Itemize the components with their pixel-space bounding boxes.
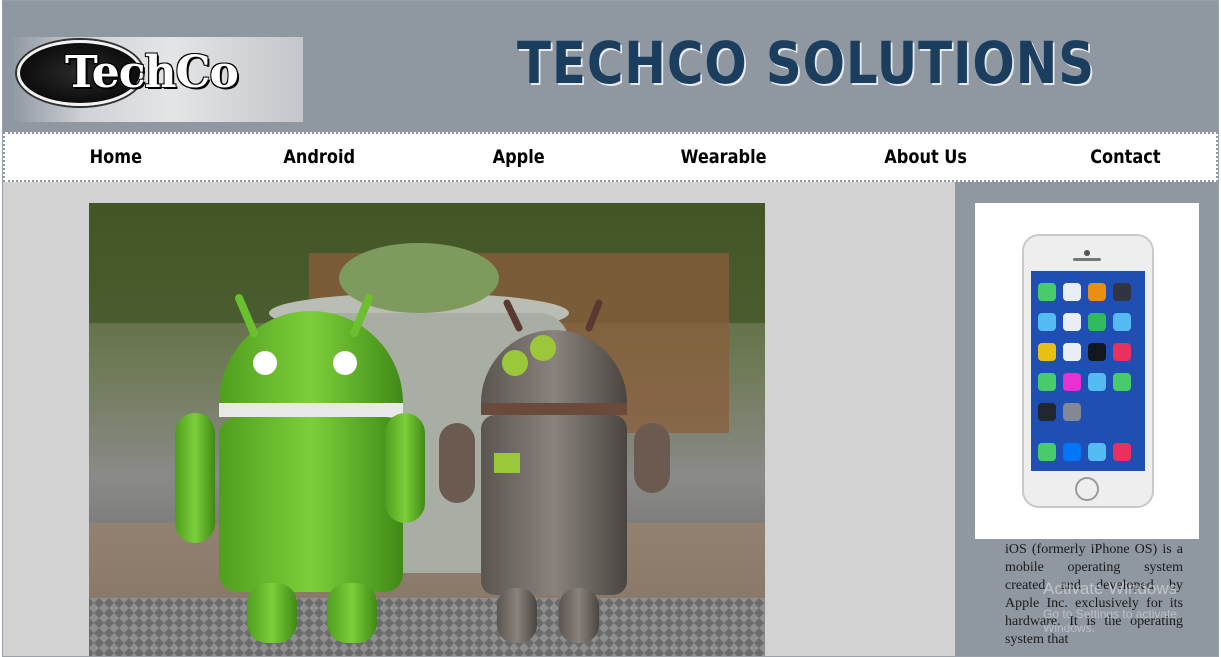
android-hero-image [89,203,765,656]
site-header: TechCo TECHCO SOLUTIONS [3,1,1218,132]
logo-text: TechCo [65,47,239,98]
ios-description: iOS (formerly iPhone OS) is a mobile ope… [1005,542,1183,647]
nav-about-us[interactable]: About Us [884,146,967,168]
android-figures-illustration [89,203,765,656]
nav-contact[interactable]: Contact [1090,146,1160,168]
nav-apple[interactable]: Apple [493,146,545,168]
page-frame: TechCo TECHCO SOLUTIONS Home Android App… [2,0,1219,657]
sidebar: iOS (formerly iPhone OS) is a mobile ope… [955,182,1218,656]
nav-home[interactable]: Home [90,146,142,168]
main-nav: Home Android Apple Wearable About Us Con… [3,132,1218,182]
iphone-image [975,203,1199,539]
nav-wearable[interactable]: Wearable [681,146,767,168]
iphone-illustration [1022,234,1154,508]
nav-android[interactable]: Android [283,146,355,168]
site-title: TECHCO SOLUTIONS [517,29,1096,97]
techco-logo[interactable]: TechCo [11,37,303,122]
